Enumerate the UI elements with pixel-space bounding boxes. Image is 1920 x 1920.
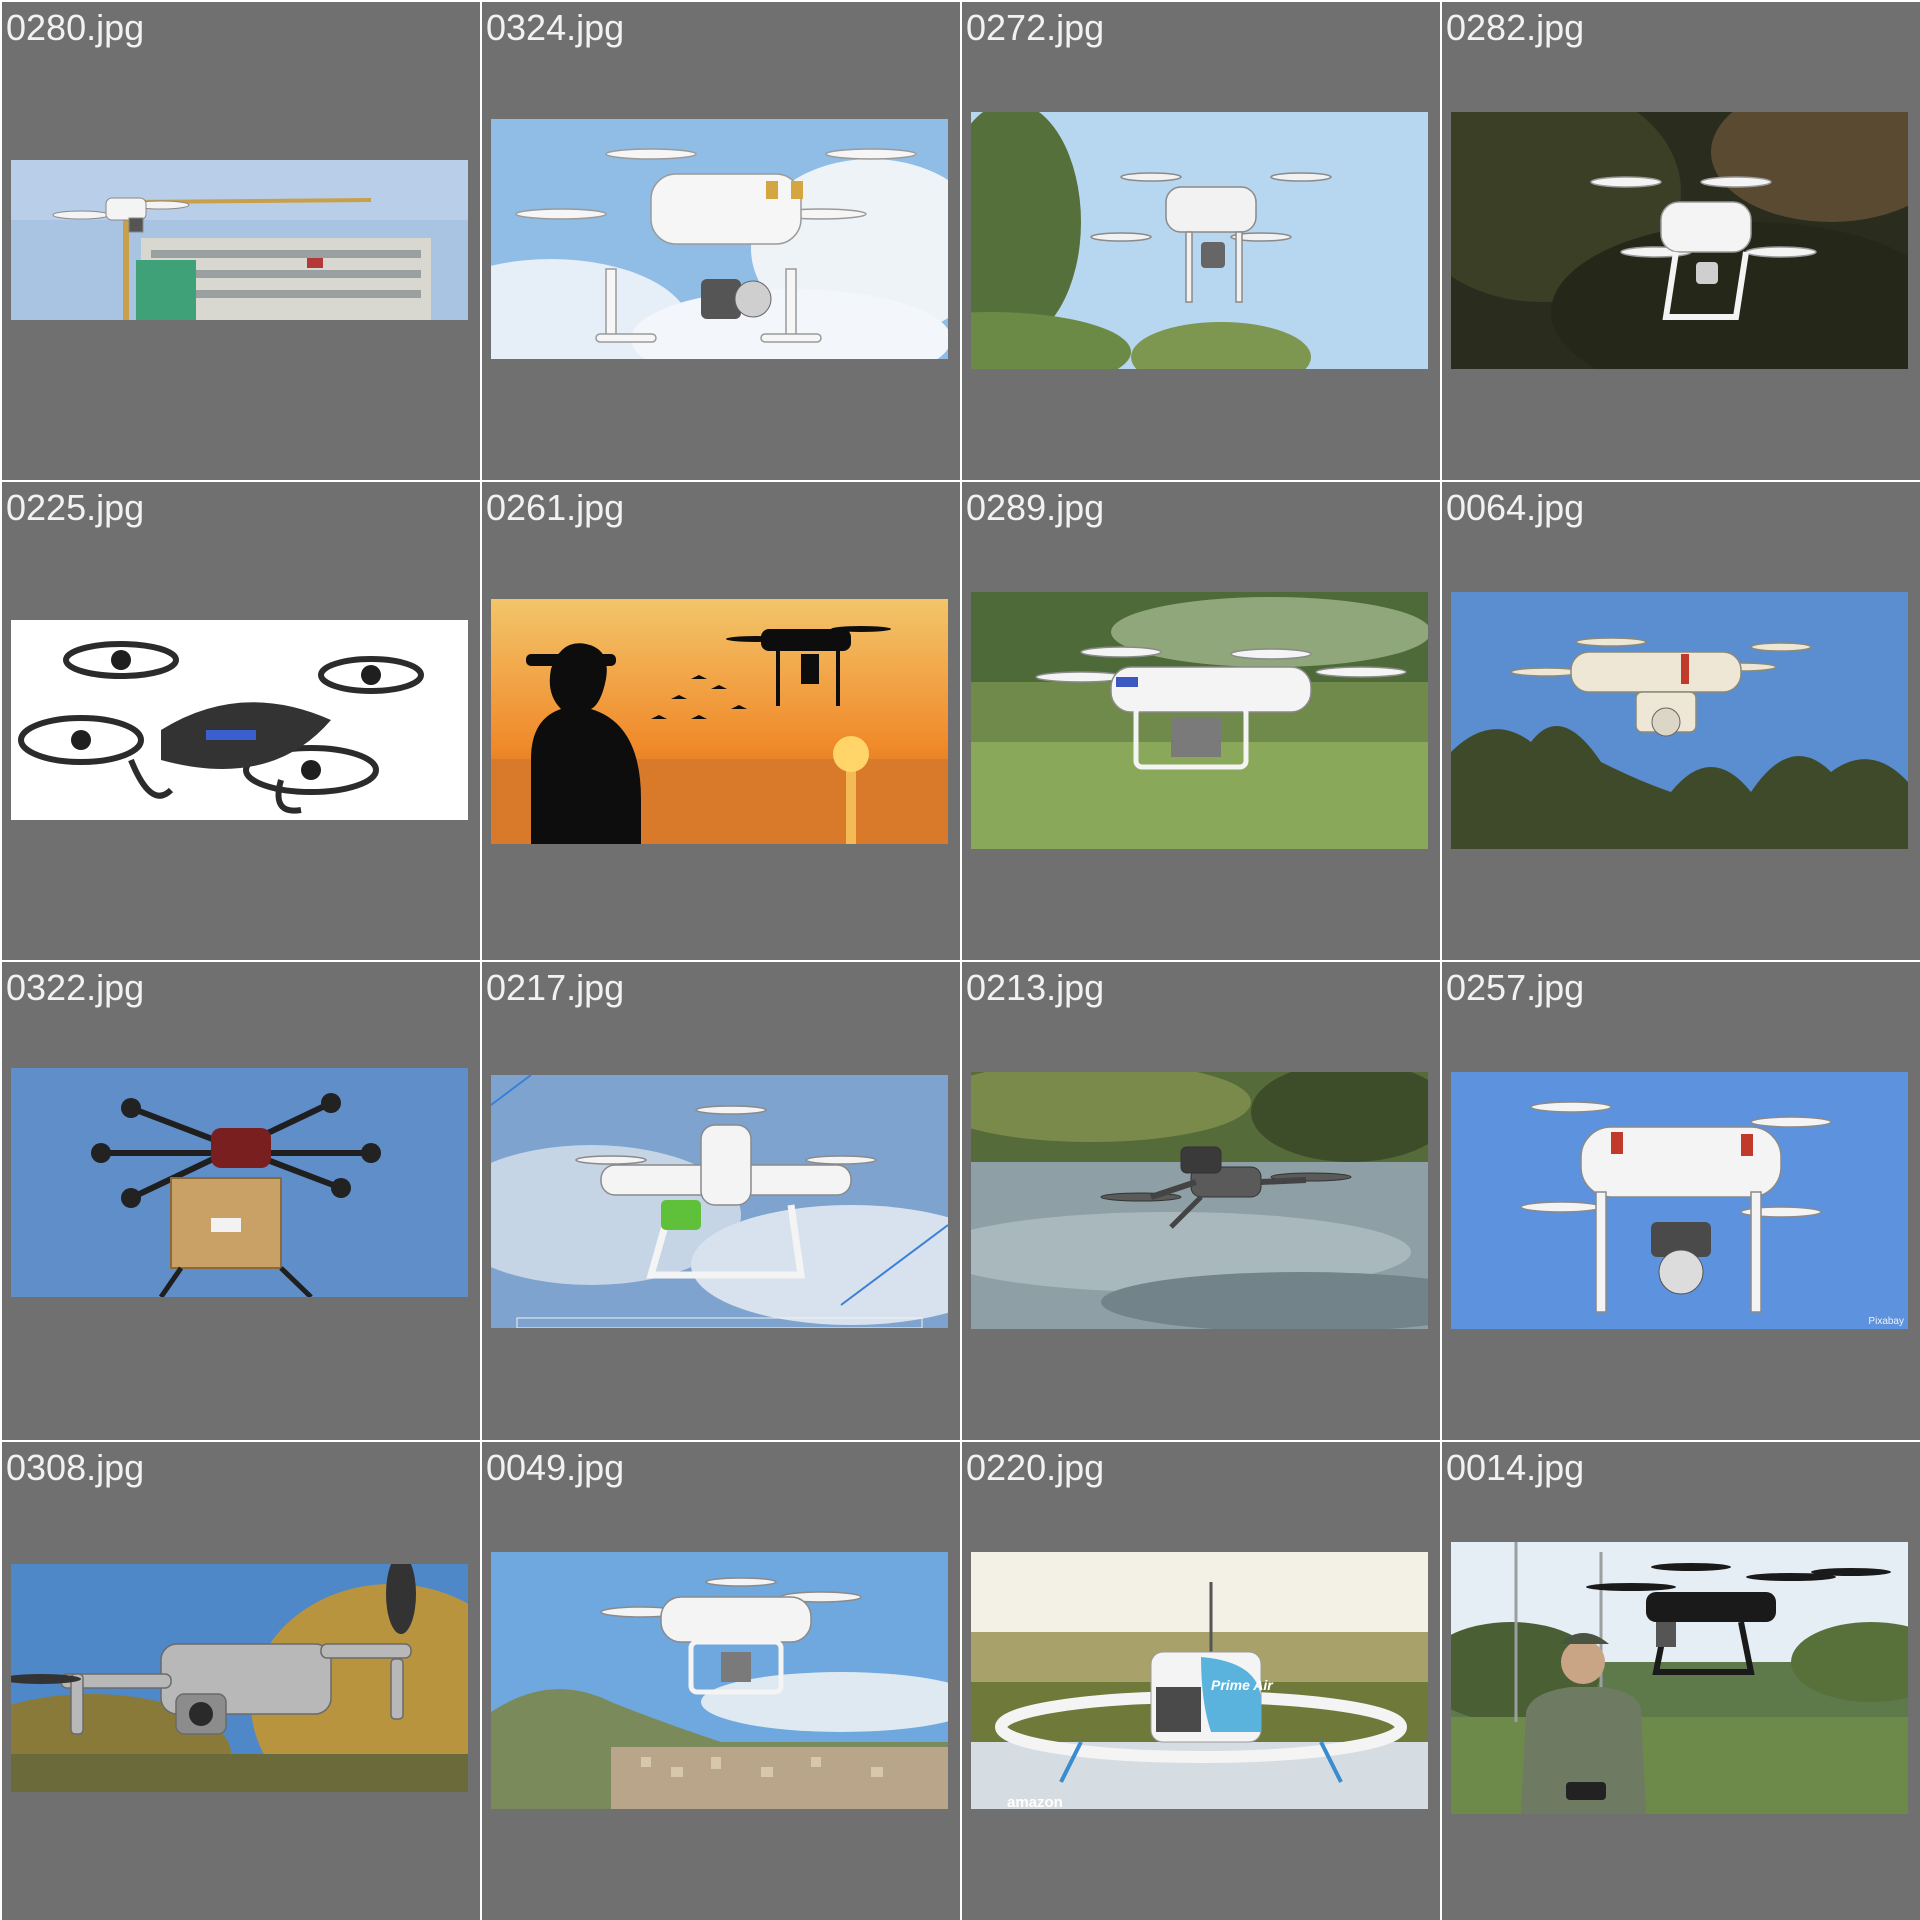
tile-filename: 0014.jpg — [1446, 1447, 1585, 1488]
gallery-tile[interactable]: 0220.jpg Prime Air amazon — [962, 1442, 1440, 1920]
tile-filename: 0322.jpg — [6, 967, 145, 1008]
amazon-brand-text: amazon — [1007, 1794, 1063, 1809]
gallery-tile[interactable]: 0225.jpg — [2, 482, 480, 960]
gallery-tile[interactable]: 0217.jpg — [482, 962, 960, 1440]
tile-filename: 0324.jpg — [486, 7, 625, 48]
tile-filename: 0049.jpg — [486, 1447, 625, 1488]
thumbnail-white-drone-over-green-field[interactable] — [971, 592, 1428, 849]
gallery-tile[interactable]: 0322.jpg — [2, 962, 480, 1440]
tile-filename: 0064.jpg — [1446, 487, 1585, 528]
thumbnail-black-toy-quadcopter-white-background[interactable] — [11, 620, 468, 820]
thumbnail-drone-over-construction-crane[interactable] — [11, 160, 468, 320]
gallery-tile[interactable]: 0014.jpg — [1442, 1442, 1920, 1920]
tile-filename: 0289.jpg — [966, 487, 1105, 528]
thumbnail-white-drone-dark-forest[interactable] — [1451, 112, 1908, 369]
thumbnail-quadcopter-above-trees[interactable] — [971, 112, 1428, 369]
gallery-tile[interactable]: 0280.jpg — [2, 2, 480, 480]
thumbnail-agricultural-drone-with-sprayer[interactable] — [491, 1075, 948, 1328]
tile-filename: 0282.jpg — [1446, 7, 1585, 48]
tile-filename: 0261.jpg — [486, 487, 625, 528]
thumbnail-white-quadcopter-cloudy-sky[interactable] — [491, 119, 948, 359]
tile-filename: 0220.jpg — [966, 1447, 1105, 1488]
thumbnail-white-quadcopter-over-city[interactable] — [491, 1552, 948, 1809]
tile-filename: 0272.jpg — [966, 7, 1105, 48]
tile-filename: 0213.jpg — [966, 967, 1105, 1008]
thumbnail-silhouette-pilot-drone-sunset[interactable] — [491, 599, 948, 844]
tile-filename: 0217.jpg — [486, 967, 625, 1008]
thumbnail-prime-air-delivery-drone[interactable]: Prime Air amazon — [971, 1552, 1428, 1809]
tile-filename: 0225.jpg — [6, 487, 145, 528]
thumbnail-hexacopter-carrying-package[interactable] — [11, 1068, 468, 1297]
gallery-tile[interactable]: 0324.jpg — [482, 2, 960, 480]
thumbnail-folding-drone-over-river[interactable] — [971, 1072, 1428, 1329]
watermark-text: Pixabay — [1868, 1316, 1904, 1327]
tile-filename: 0308.jpg — [6, 1447, 145, 1488]
thumbnail-grey-folding-drone-autumn-trees[interactable] — [11, 1564, 468, 1792]
tile-filename: 0280.jpg — [6, 7, 145, 48]
thumbnail-soldier-operating-black-drone[interactable] — [1451, 1542, 1908, 1814]
gallery-tile[interactable]: 0282.jpg — [1442, 2, 1920, 480]
thumbnail-white-drone-blue-sky-trees[interactable] — [1451, 592, 1908, 849]
prime-air-logo-text: Prime Air — [1211, 1677, 1273, 1693]
gallery-tile[interactable]: 0308.jpg — [2, 1442, 480, 1920]
gallery-tile[interactable]: 0049.jpg — [482, 1442, 960, 1920]
image-gallery-grid: 0280.jpg 0324.jpg 0272.jpg 0282.jpg 0225… — [0, 0, 1920, 1920]
gallery-tile[interactable]: 0261.jpg — [482, 482, 960, 960]
gallery-tile[interactable]: 0289.jpg — [962, 482, 1440, 960]
gallery-tile[interactable]: 0257.jpg Pixabay — [1442, 962, 1920, 1440]
tile-filename: 0257.jpg — [1446, 967, 1585, 1008]
gallery-tile[interactable]: 0213.jpg — [962, 962, 1440, 1440]
gallery-tile[interactable]: 0272.jpg — [962, 2, 1440, 480]
thumbnail-white-quadcopter-blue-sky[interactable]: Pixabay — [1451, 1072, 1908, 1329]
gallery-tile[interactable]: 0064.jpg — [1442, 482, 1920, 960]
